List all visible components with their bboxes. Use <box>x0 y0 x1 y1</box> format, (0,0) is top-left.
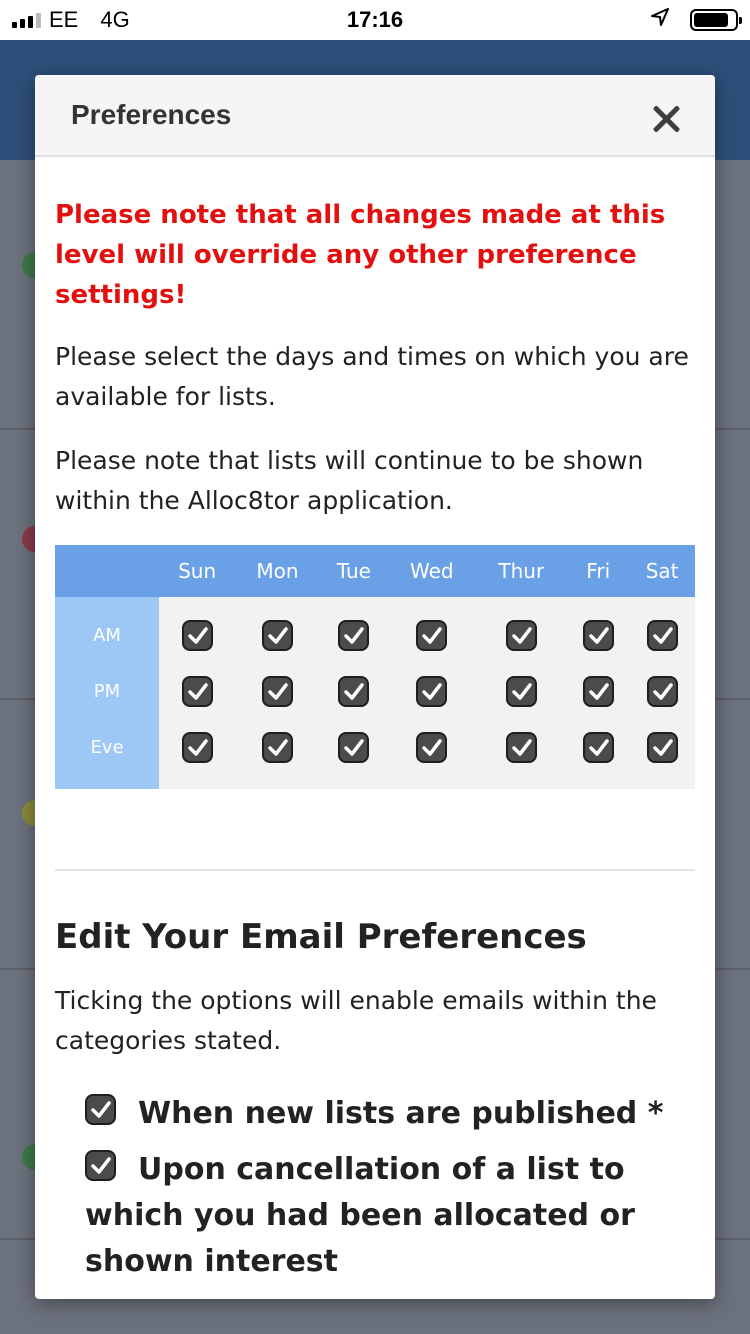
period-label: PM <box>55 663 159 719</box>
availability-checkbox-thur-am[interactable] <box>505 619 537 651</box>
day-header-sat: Sat <box>629 545 695 597</box>
preferences-modal: Preferences Please note that all changes… <box>35 75 715 1299</box>
day-header-sun: Sun <box>159 545 236 597</box>
availability-cell <box>475 597 568 663</box>
modal-header: Preferences <box>35 75 715 157</box>
availability-checkbox-sun-pm[interactable] <box>181 675 213 707</box>
period-label: AM <box>55 597 159 663</box>
availability-row-eve: Eve <box>55 719 695 789</box>
availability-cell <box>159 663 236 719</box>
override-warning: Please note that all changes made at thi… <box>55 200 666 310</box>
availability-checkbox-sat-pm[interactable] <box>646 675 678 707</box>
availability-cell <box>159 597 236 663</box>
email-option-new-lists[interactable]: When new lists are published * <box>85 1091 695 1137</box>
email-preferences-description: Ticking the options will enable emails w… <box>55 986 657 1055</box>
availability-instruction: Please select the days and times on whic… <box>55 342 689 411</box>
day-header-tue: Tue <box>319 545 389 597</box>
email-preferences-title: Edit Your Email Preferences <box>55 917 587 957</box>
period-label: Eve <box>55 719 159 789</box>
availability-cell <box>235 663 320 719</box>
availability-cell <box>629 663 695 719</box>
availability-checkbox-mon-pm[interactable] <box>261 675 293 707</box>
day-header-thur: Thur <box>475 545 568 597</box>
availability-cell <box>629 719 695 789</box>
availability-checkbox-tue-eve[interactable] <box>338 731 370 763</box>
signal-strength-icon <box>12 12 41 28</box>
availability-header-row: Sun Mon Tue Wed Thur Fri Sat <box>55 545 695 597</box>
availability-cell <box>235 719 320 789</box>
close-icon[interactable] <box>651 104 681 134</box>
availability-checkbox-tue-am[interactable] <box>338 619 370 651</box>
day-header-fri: Fri <box>567 545 630 597</box>
email-option-label: When new lists are published * <box>138 1096 664 1131</box>
availability-cell <box>567 663 630 719</box>
day-header-wed: Wed <box>388 545 476 597</box>
email-options: When new lists are published * Upon canc… <box>55 1091 695 1285</box>
availability-checkbox-sun-am[interactable] <box>181 619 213 651</box>
modal-body: Please note that all changes made at thi… <box>35 157 715 1285</box>
availability-checkbox-fri-eve[interactable] <box>582 731 614 763</box>
availability-checkbox-wed-pm[interactable] <box>416 675 448 707</box>
availability-cell <box>567 719 630 789</box>
availability-checkbox-tue-pm[interactable] <box>338 675 370 707</box>
availability-checkbox-wed-am[interactable] <box>416 619 448 651</box>
availability-cell <box>319 597 389 663</box>
carrier-label: EE <box>49 7 79 32</box>
battery-icon <box>690 9 742 31</box>
availability-cell <box>319 719 389 789</box>
email-option-label: Upon cancellation of a list to which you… <box>85 1152 635 1279</box>
availability-cell <box>629 597 695 663</box>
availability-checkbox-mon-eve[interactable] <box>261 731 293 763</box>
email-option-checkbox[interactable] <box>85 1150 116 1181</box>
availability-cell <box>388 663 476 719</box>
availability-cell <box>475 719 568 789</box>
table-corner <box>55 545 159 597</box>
availability-checkbox-wed-eve[interactable] <box>416 731 448 763</box>
availability-rows: AM PM Eve <box>55 597 695 789</box>
availability-cell <box>388 719 476 789</box>
status-bar: EE 4G 17:16 <box>0 0 750 40</box>
availability-row-pm: PM <box>55 663 695 719</box>
network-label: 4G <box>100 7 130 32</box>
availability-checkbox-sat-eve[interactable] <box>646 731 678 763</box>
availability-cell <box>159 719 236 789</box>
availability-checkbox-sun-eve[interactable] <box>181 731 213 763</box>
availability-checkbox-mon-am[interactable] <box>261 619 293 651</box>
availability-checkbox-thur-pm[interactable] <box>505 675 537 707</box>
availability-checkbox-thur-eve[interactable] <box>505 731 537 763</box>
email-option-checkbox[interactable] <box>85 1094 116 1125</box>
availability-cell <box>567 597 630 663</box>
email-option-cancellation[interactable]: Upon cancellation of a list to which you… <box>85 1147 695 1285</box>
location-arrow-icon <box>650 7 670 33</box>
availability-table: Sun Mon Tue Wed Thur Fri Sat AM PM Eve <box>55 545 695 789</box>
section-divider <box>55 869 695 871</box>
availability-cell <box>319 663 389 719</box>
availability-cell <box>388 597 476 663</box>
availability-checkbox-fri-pm[interactable] <box>582 675 614 707</box>
availability-note: Please note that lists will continue to … <box>55 446 644 515</box>
availability-checkbox-sat-am[interactable] <box>646 619 678 651</box>
availability-checkbox-fri-am[interactable] <box>582 619 614 651</box>
availability-cell <box>235 597 320 663</box>
availability-cell <box>475 663 568 719</box>
availability-row-am: AM <box>55 597 695 663</box>
modal-title: Preferences <box>71 99 232 130</box>
day-header-mon: Mon <box>235 545 320 597</box>
